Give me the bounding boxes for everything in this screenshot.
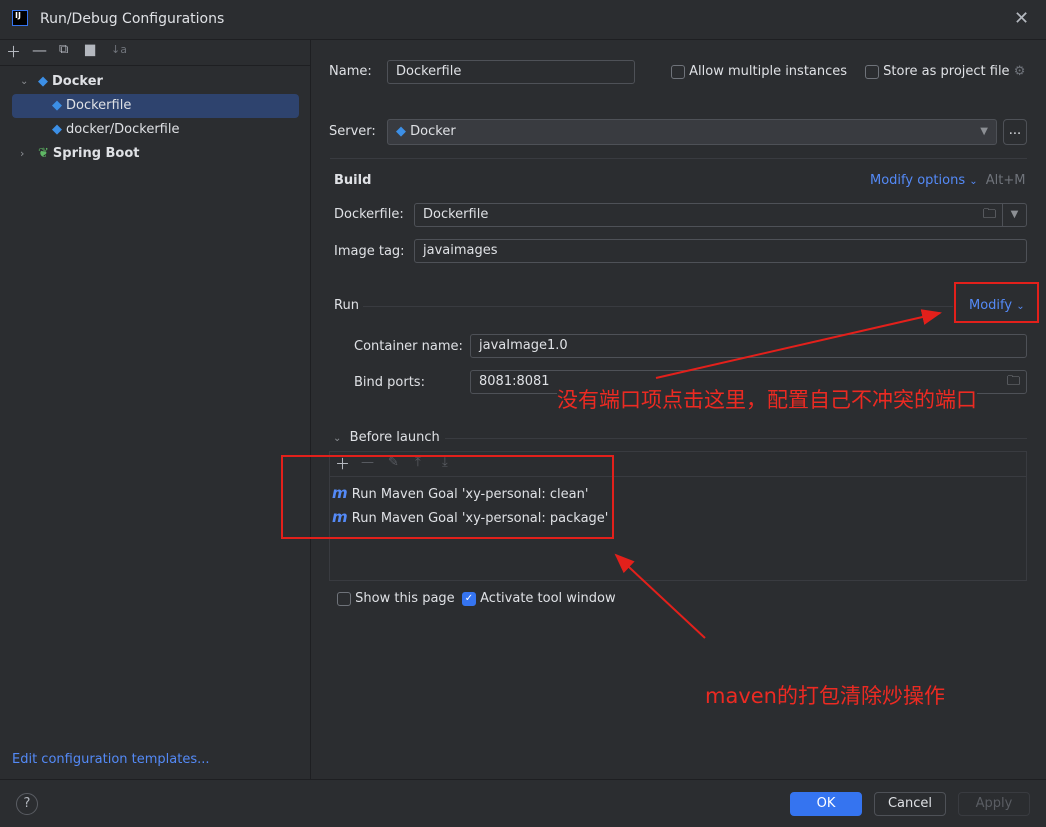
annotation-text-modify: 没有端口项点击这里，配置自己不冲突的端口	[557, 384, 977, 414]
help-button[interactable]: ?	[16, 793, 38, 815]
cancel-button[interactable]: Cancel	[874, 792, 946, 816]
annotation-text-maven: maven的打包清除炒操作	[705, 684, 945, 708]
apply-button[interactable]: Apply	[958, 792, 1030, 816]
annotation-arrow-tasks	[614, 553, 706, 639]
dialog-footer: ? OK Cancel Apply	[0, 779, 1046, 827]
annotation-arrow-modify	[655, 309, 942, 379]
ok-button[interactable]: OK	[790, 792, 862, 816]
